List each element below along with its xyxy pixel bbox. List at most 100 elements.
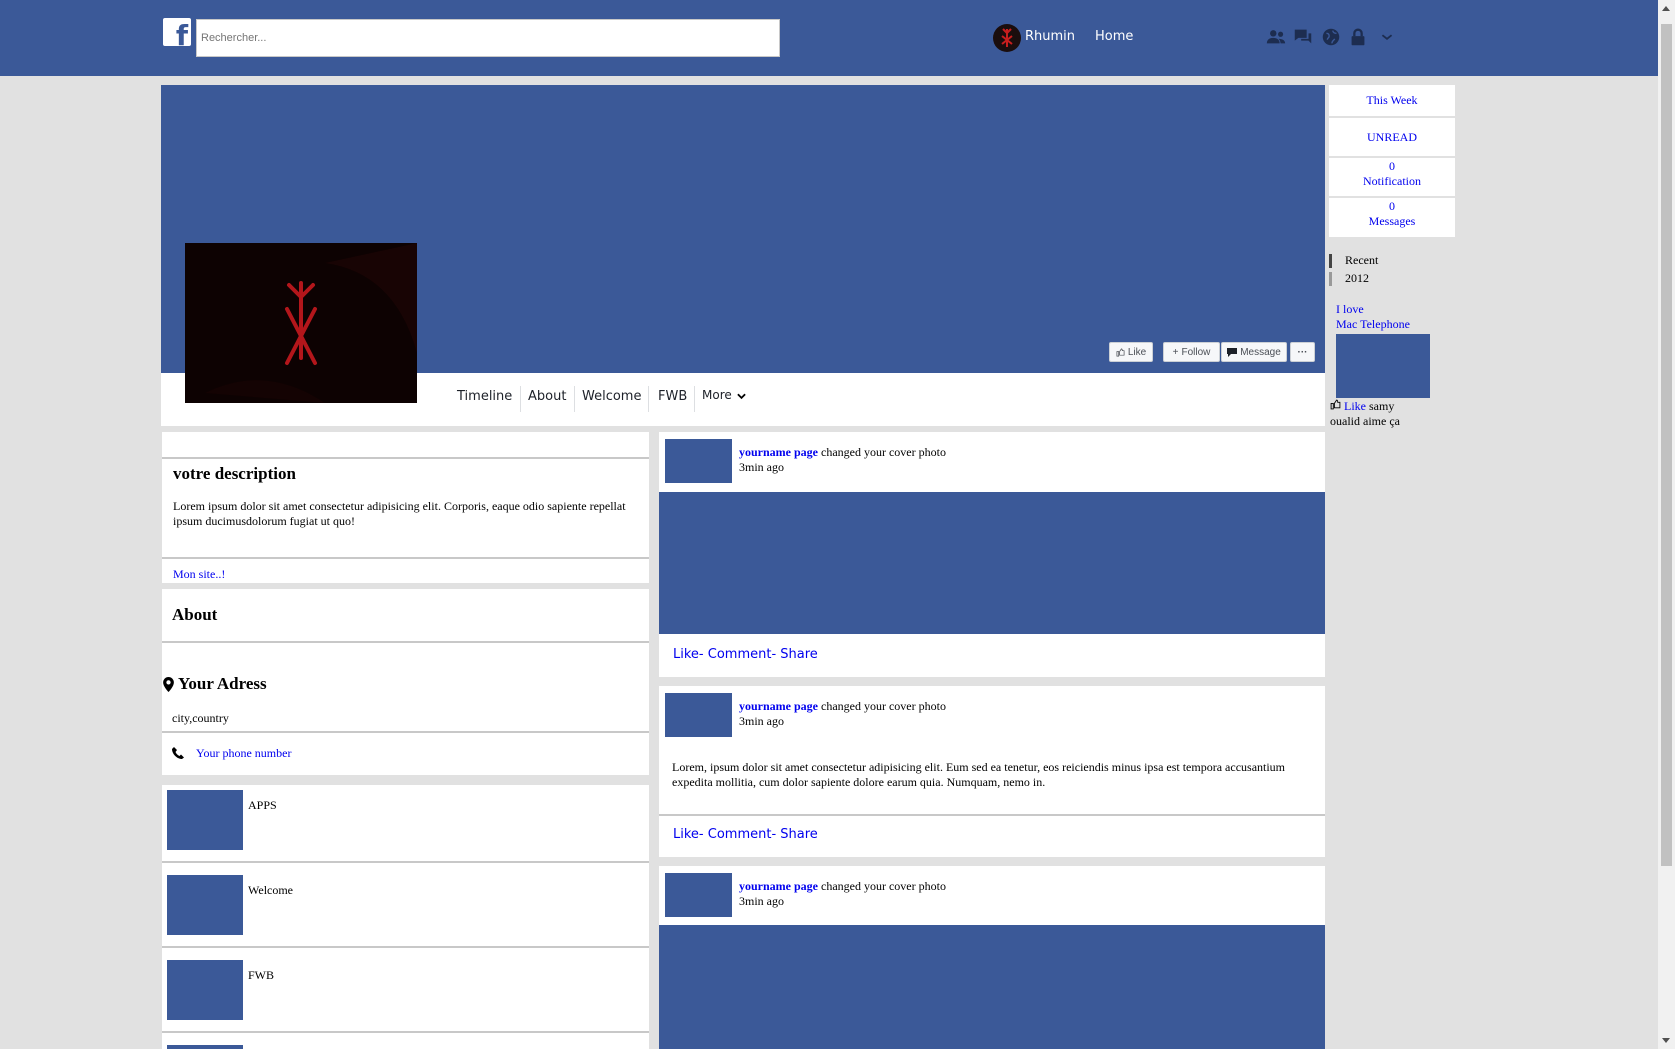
post-action: changed your cover photo	[821, 445, 946, 459]
timeline-recent[interactable]: Recent	[1345, 253, 1378, 268]
post-header: yourname page changed your cover photo 3…	[739, 699, 946, 729]
divider	[162, 946, 649, 948]
this-week-link[interactable]: This Week	[1366, 93, 1417, 107]
scroll-down-icon[interactable]	[1662, 1038, 1670, 1043]
post-author-link[interactable]: yourname page	[739, 699, 818, 713]
profile-picture[interactable]	[185, 243, 417, 403]
profile-sigil-image	[185, 243, 417, 403]
timeline-2012[interactable]: 2012	[1345, 271, 1369, 286]
chevron-down-icon[interactable]	[737, 393, 746, 400]
messages-icon[interactable]	[1292, 26, 1314, 48]
post-text: Lorem, ipsum dolor sit amet consectetur …	[672, 760, 1286, 789]
unread-box[interactable]: UNREAD	[1329, 118, 1455, 156]
post-author-link[interactable]: yourname page	[739, 879, 818, 893]
timeline-marker	[1329, 272, 1332, 286]
globe-icon[interactable]	[1320, 26, 1342, 48]
divider	[162, 731, 649, 733]
post-comment-link[interactable]: - Comment	[699, 827, 772, 842]
notification-label[interactable]: Notification	[1329, 174, 1455, 189]
app-thumbnail[interactable]	[167, 875, 243, 935]
ad-image[interactable]	[1336, 334, 1430, 398]
app-thumbnail[interactable]	[167, 790, 243, 850]
ad-line-1: I love	[1336, 302, 1364, 316]
follow-button-label: Follow	[1181, 346, 1211, 358]
thumbs-up-icon	[1116, 348, 1125, 356]
like-link[interactable]: Like	[1344, 399, 1366, 413]
post-header: yourname page changed your cover photo 3…	[739, 445, 946, 475]
post-share-link[interactable]: - Share	[771, 647, 817, 662]
tab-fwb[interactable]: FWB	[658, 389, 687, 404]
thumbs-up-icon	[1330, 399, 1341, 410]
tab-about[interactable]: About	[528, 389, 566, 404]
divider	[659, 814, 1325, 816]
post-actions: Like- Comment- Share	[673, 647, 818, 662]
this-week-box[interactable]: This Week	[1329, 85, 1455, 116]
ad-line-2: Mac Telephone	[1336, 317, 1410, 331]
like-activity: Like samy oualid aime ça	[1330, 399, 1400, 429]
post-like-link[interactable]: Like	[673, 827, 699, 842]
divider	[162, 1031, 649, 1033]
facebook-logo[interactable]: f	[163, 18, 191, 46]
scrollbar[interactable]	[1658, 0, 1675, 1049]
messages-box[interactable]: 0 Messages	[1329, 198, 1455, 237]
like-button-label: Like	[1127, 346, 1147, 358]
phone-icon	[172, 747, 184, 759]
app-thumbnail[interactable]	[167, 1045, 243, 1049]
user-avatar[interactable]	[993, 24, 1021, 52]
notification-count: 0	[1389, 159, 1395, 173]
scroll-up-icon[interactable]	[1662, 6, 1670, 11]
tab-divider	[574, 386, 575, 412]
app-label-apps[interactable]: APPS	[248, 798, 277, 813]
divider	[162, 641, 649, 643]
post-time: 3min ago	[739, 894, 784, 908]
like-activity-user: samy	[1369, 399, 1395, 413]
ellipsis-icon: ···	[1297, 346, 1308, 358]
tab-timeline[interactable]: Timeline	[457, 389, 512, 404]
app-label-fwb[interactable]: FWB	[248, 968, 274, 983]
app-label-welcome[interactable]: Welcome	[248, 883, 293, 898]
post-header: yourname page changed your cover photo 3…	[739, 879, 946, 909]
divider	[162, 457, 649, 459]
post-comment-link[interactable]: - Comment	[699, 647, 772, 662]
user-name-link[interactable]: Rhumin	[1025, 29, 1075, 44]
post-author-avatar[interactable]	[665, 873, 732, 917]
tab-welcome[interactable]: Welcome	[582, 389, 641, 404]
tab-more[interactable]: More	[702, 388, 732, 402]
follow-button[interactable]: + Follow	[1163, 342, 1220, 362]
post-time: 3min ago	[739, 460, 784, 474]
site-link[interactable]: Mon site..!	[173, 567, 225, 582]
address-value: city,country	[172, 711, 229, 725]
post-author-avatar[interactable]	[665, 693, 732, 737]
phone-link[interactable]: Your phone number	[196, 746, 291, 761]
more-options-button[interactable]: ···	[1290, 342, 1315, 362]
message-button[interactable]: Message	[1221, 342, 1287, 362]
post-author-avatar[interactable]	[665, 439, 732, 483]
friends-icon[interactable]	[1265, 26, 1287, 48]
search-input[interactable]	[196, 19, 780, 57]
post-like-link[interactable]: Like	[673, 647, 699, 662]
message-bubble-icon	[1227, 347, 1238, 357]
post-cover-image[interactable]	[659, 925, 1325, 1049]
post-author-link[interactable]: yourname page	[739, 445, 818, 459]
post-cover-image[interactable]	[659, 492, 1325, 634]
notification-box[interactable]: 0 Notification	[1329, 158, 1455, 196]
tab-divider	[648, 386, 649, 412]
scroll-thumb[interactable]	[1661, 24, 1672, 866]
messages-count: 0	[1389, 199, 1395, 213]
post-share-link[interactable]: - Share	[771, 827, 817, 842]
brand-sigil-icon	[1001, 28, 1013, 47]
chevron-down-icon[interactable]	[1376, 26, 1398, 48]
lock-icon[interactable]	[1347, 26, 1369, 48]
app-thumbnail[interactable]	[167, 960, 243, 1020]
timeline-marker	[1329, 254, 1332, 268]
home-link[interactable]: Home	[1095, 29, 1133, 44]
messages-label[interactable]: Messages	[1329, 214, 1455, 229]
divider	[162, 557, 649, 559]
post-actions: Like- Comment- Share	[673, 827, 818, 842]
description-text: Lorem ipsum dolor sit amet consectetur a…	[173, 499, 626, 528]
top-navbar: f Rhumin Home	[0, 0, 1658, 76]
like-page-button[interactable]: Like	[1109, 342, 1153, 362]
about-title: About	[172, 605, 218, 624]
unread-link[interactable]: UNREAD	[1367, 130, 1417, 144]
sponsored-ad[interactable]: I love Mac Telephone	[1336, 302, 1410, 332]
